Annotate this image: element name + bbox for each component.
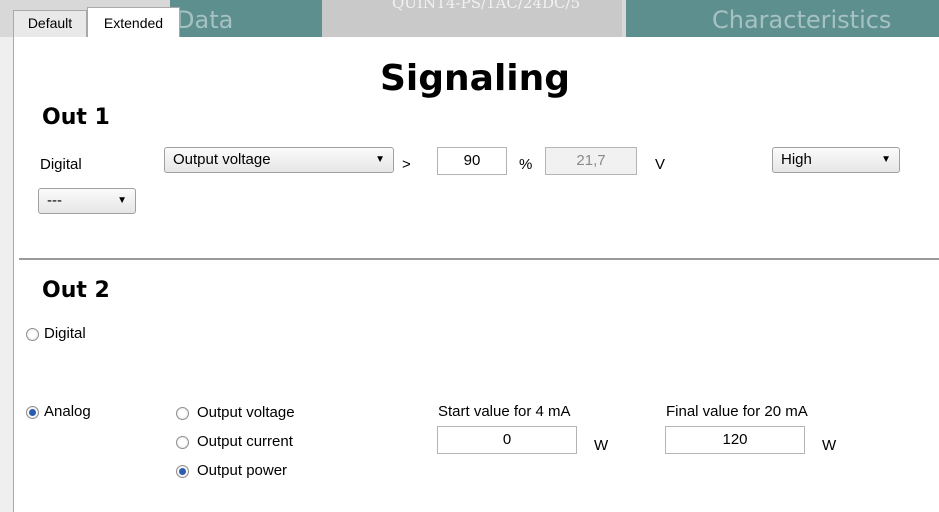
section-divider — [19, 258, 939, 260]
tab-model-label: QUINT4-PS/1AC/24DC/5 — [392, 0, 581, 12]
start-value-label: Start value for 4 mA — [438, 403, 571, 420]
output-power-label: Output power — [197, 462, 288, 479]
out1-signal-value: Output voltage — [173, 151, 271, 168]
threshold-input[interactable]: 90 — [437, 147, 507, 175]
out1-digital-label: Digital — [40, 156, 82, 173]
start-value-unit: W — [594, 437, 609, 454]
out2-digital-radio[interactable] — [26, 328, 39, 341]
out2-analog-label: Analog — [44, 403, 91, 420]
tab-model[interactable]: QUINT4-PS/1AC/24DC/5 — [322, 0, 622, 37]
final-value-label: Final value for 20 mA — [666, 403, 808, 420]
out1-digital-value: --- — [47, 192, 62, 209]
comparator-symbol: > — [402, 156, 411, 173]
left-margin — [0, 37, 13, 512]
out1-signal-select[interactable]: Output voltage ▼ — [164, 147, 394, 173]
final-value-unit: W — [822, 437, 837, 454]
tab-characteristics[interactable]: Characteristics — [626, 0, 939, 37]
computed-voltage-field: 21,7 — [545, 147, 637, 175]
output-voltage-label: Output voltage — [197, 404, 295, 421]
final-value-input[interactable]: 120 — [665, 426, 805, 454]
tab-data[interactable]: Data — [170, 0, 322, 37]
tab-default[interactable]: Default — [13, 10, 87, 37]
out1-digital-select[interactable]: --- ▼ — [38, 188, 136, 214]
out1-title: Out 1 — [42, 105, 110, 130]
chevron-down-icon: ▼ — [375, 154, 385, 165]
output-current-radio[interactable] — [176, 436, 189, 449]
out2-analog-radio[interactable] — [26, 406, 39, 419]
tab-data-label: Data — [176, 6, 234, 34]
output-voltage-radio[interactable] — [176, 407, 189, 420]
start-value-input[interactable]: 0 — [437, 426, 577, 454]
out2-title: Out 2 — [42, 278, 110, 303]
chevron-down-icon: ▼ — [881, 154, 891, 165]
out1-level-value: High — [781, 151, 812, 168]
tab-characteristics-label: Characteristics — [712, 6, 892, 34]
output-power-radio[interactable] — [176, 465, 189, 478]
tab-extended[interactable]: Extended — [87, 7, 180, 37]
computed-voltage-unit: V — [655, 156, 666, 173]
page-title: Signaling — [380, 58, 571, 99]
threshold-unit: % — [519, 156, 533, 173]
out1-level-select[interactable]: High ▼ — [772, 147, 900, 173]
output-current-label: Output current — [197, 433, 293, 450]
out2-digital-label: Digital — [44, 325, 86, 342]
chevron-down-icon: ▼ — [117, 195, 127, 206]
